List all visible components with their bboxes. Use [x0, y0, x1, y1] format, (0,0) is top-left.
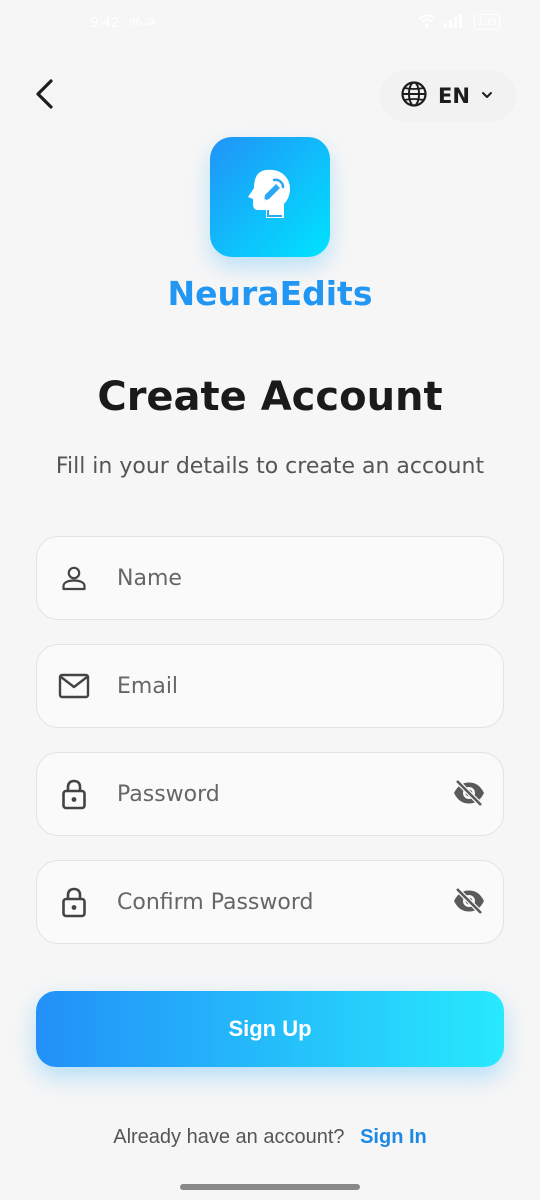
wifi-icon	[417, 14, 436, 31]
head-pencil-icon	[244, 166, 296, 229]
sign-up-button[interactable]: Sign Up	[36, 991, 504, 1067]
sign-in-prompt: Already have an account?	[113, 1126, 345, 1148]
lock-icon	[57, 885, 91, 919]
password-input[interactable]	[115, 780, 419, 808]
home-indicator	[180, 1184, 360, 1190]
app-logo	[210, 137, 330, 257]
battery-icon: 100	[473, 14, 500, 30]
sign-in-link[interactable]: Sign In	[360, 1126, 427, 1148]
status-network-speed: 96.3k	[129, 16, 157, 28]
user-icon	[57, 561, 91, 595]
signal-icon	[443, 13, 466, 31]
app-name: NeuraEdits	[167, 274, 373, 313]
eye-off-icon	[452, 886, 486, 920]
page-title: Create Account	[97, 374, 443, 420]
page-subtitle: Fill in your details to create an accoun…	[55, 454, 485, 479]
status-time: 9:42	[90, 13, 120, 31]
email-input[interactable]	[115, 672, 419, 700]
sign-in-prompt-row: Already have an account? Sign In	[0, 1126, 540, 1149]
status-bar: 9:42 96.3k 100	[0, 0, 540, 44]
mail-icon	[57, 669, 91, 703]
lock-icon	[57, 777, 91, 811]
chevron-left-icon	[33, 78, 55, 115]
chevron-down-icon	[480, 87, 494, 105]
confirm-password-field[interactable]	[36, 860, 504, 944]
password-visibility-toggle[interactable]	[451, 777, 487, 813]
eye-off-icon	[452, 778, 486, 812]
name-field[interactable]	[36, 536, 504, 620]
password-field[interactable]	[36, 752, 504, 836]
confirm-password-input[interactable]	[115, 888, 419, 916]
language-selector[interactable]: EN	[380, 70, 516, 122]
email-field[interactable]	[36, 644, 504, 728]
name-input[interactable]	[115, 564, 419, 592]
sign-up-label: Sign Up	[228, 1016, 312, 1041]
globe-icon	[400, 80, 428, 113]
confirm-password-visibility-toggle[interactable]	[451, 885, 487, 921]
language-label: EN	[438, 84, 470, 108]
back-button[interactable]	[24, 74, 64, 118]
